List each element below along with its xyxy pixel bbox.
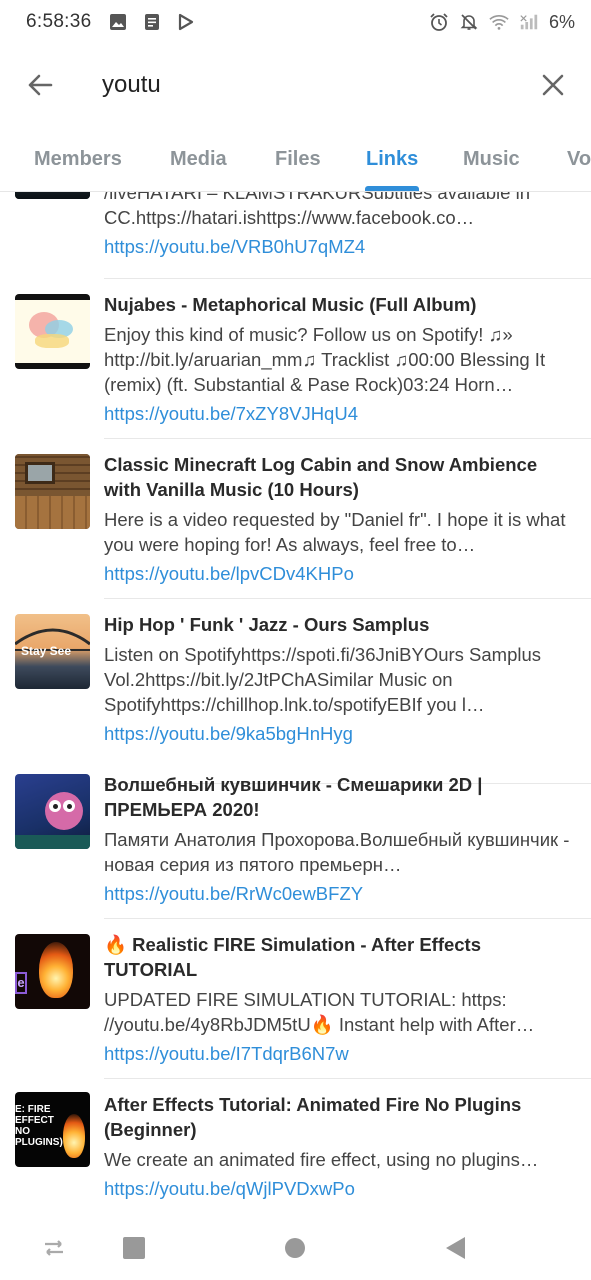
home-icon bbox=[285, 1238, 305, 1258]
list-item[interactable]: /liveHATARI – KLAMSTRAKURSubtitles avail… bbox=[0, 192, 591, 278]
item-link[interactable]: https://youtu.be/RrWc0ewBFZY bbox=[104, 881, 579, 906]
alarm-icon bbox=[429, 12, 449, 32]
recent-apps-icon bbox=[45, 1240, 63, 1256]
item-content: Nujabes - Metaphorical Music (Full Album… bbox=[104, 292, 579, 426]
item-link[interactable]: https://youtu.be/7xZY8VJHqU4 bbox=[104, 401, 579, 426]
item-link[interactable]: https://youtu.be/lpvCDv4KHPo bbox=[104, 561, 579, 586]
item-title: Hip Hop ' Funk ' Jazz - Ours Samplus bbox=[104, 614, 430, 635]
status-bar: 6:58:36 6% bbox=[0, 0, 591, 44]
recent-apps-button[interactable] bbox=[40, 1234, 68, 1262]
thumbnail-caption: Stay See bbox=[21, 644, 72, 658]
back-button[interactable] bbox=[0, 44, 80, 126]
status-time: 6:58:36 bbox=[26, 11, 92, 32]
search-header bbox=[0, 44, 591, 126]
tab-members[interactable]: Members bbox=[34, 148, 122, 171]
video-thumbnail bbox=[15, 774, 90, 849]
item-description: We create an animated fire effect, using… bbox=[104, 1149, 539, 1170]
divider bbox=[104, 438, 591, 439]
system-nav-bar bbox=[0, 1212, 591, 1280]
video-thumbnail bbox=[15, 454, 90, 529]
item-link[interactable]: https://youtu.be/9ka5bgHnHyg bbox=[104, 721, 579, 746]
image-icon bbox=[108, 12, 128, 32]
item-link[interactable]: https://youtu.be/I7TdqrB6N7w bbox=[104, 1041, 579, 1066]
item-description: Памяти Анатолия Прохорова.Волшебный кувш… bbox=[104, 829, 570, 875]
video-thumbnail bbox=[15, 294, 90, 369]
video-thumbnail: Stay See bbox=[15, 614, 90, 689]
item-link[interactable]: https://youtu.be/VRB0hU7qMZ4 bbox=[104, 234, 579, 259]
back-icon bbox=[446, 1237, 465, 1259]
item-title: Волшебный кувшинчик - Смешарики 2D | ПРЕ… bbox=[104, 774, 483, 820]
signal-icon bbox=[519, 12, 539, 32]
item-description: UPDATED FIRE SIMULATION TUTORIAL: https:… bbox=[104, 989, 535, 1035]
back-nav-button[interactable] bbox=[442, 1234, 470, 1262]
arrow-left-icon bbox=[28, 74, 53, 96]
square-icon bbox=[123, 1237, 145, 1259]
search-input[interactable] bbox=[102, 65, 502, 105]
list-item[interactable]: E: FIRE EFFECT NO PLUGINS) After Effects… bbox=[0, 1092, 591, 1212]
item-title: Classic Minecraft Log Cabin and Snow Amb… bbox=[104, 454, 538, 500]
status-notifications bbox=[108, 12, 196, 32]
close-icon bbox=[542, 74, 564, 96]
tab-files[interactable]: Files bbox=[275, 148, 321, 171]
tab-links[interactable]: Links bbox=[366, 148, 418, 171]
thumbnail-caption: E: FIRE EFFECT NO PLUGINS) bbox=[15, 1104, 63, 1148]
item-link[interactable]: https://youtu.be/qWjlPVDxwPo bbox=[104, 1176, 579, 1201]
item-title: Nujabes - Metaphorical Music (Full Album… bbox=[104, 294, 477, 315]
item-content: 🔥 Realistic FIRE Simulation - After Effe… bbox=[104, 932, 579, 1066]
item-description: Enjoy this kind of music? Follow us on S… bbox=[104, 324, 546, 395]
video-thumbnail: E: FIRE EFFECT NO PLUGINS) bbox=[15, 1092, 90, 1167]
divider bbox=[104, 598, 591, 599]
list-item[interactable]: Волшебный кувшинчик - Смешарики 2D | ПРЕ… bbox=[0, 772, 591, 918]
item-description: /liveHATARI – KLAMSTRAKURSubtitles avail… bbox=[104, 192, 530, 228]
play-icon bbox=[176, 12, 196, 32]
item-content: Classic Minecraft Log Cabin and Snow Amb… bbox=[104, 452, 579, 586]
battery-level: 6% bbox=[548, 11, 575, 32]
mute-icon bbox=[459, 12, 479, 32]
item-title: After Effects Tutorial: Animated Fire No… bbox=[104, 1094, 522, 1140]
item-content: /liveHATARI – KLAMSTRAKURSubtitles avail… bbox=[104, 192, 579, 259]
video-thumbnail: e bbox=[15, 934, 90, 1009]
status-right: 6% bbox=[429, 12, 575, 33]
list-item[interactable]: Stay See Hip Hop ' Funk ' Jazz - Ours Sa… bbox=[0, 612, 591, 758]
item-title: 🔥 Realistic FIRE Simulation - After Effe… bbox=[104, 934, 482, 980]
item-content: After Effects Tutorial: Animated Fire No… bbox=[104, 1092, 579, 1201]
item-content: Волшебный кувшинчик - Смешарики 2D | ПРЕ… bbox=[104, 772, 579, 906]
document-icon bbox=[142, 12, 162, 32]
list-item[interactable]: Nujabes - Metaphorical Music (Full Album… bbox=[0, 292, 591, 438]
clear-search-button[interactable] bbox=[533, 65, 573, 105]
tab-music[interactable]: Music bbox=[463, 148, 520, 171]
thumbnail-caption: e bbox=[15, 972, 27, 994]
home-button[interactable] bbox=[281, 1234, 309, 1262]
tab-media[interactable]: Media bbox=[170, 148, 227, 171]
tab-voice[interactable]: Vo bbox=[567, 148, 591, 171]
divider bbox=[104, 1078, 591, 1079]
overview-button[interactable] bbox=[120, 1234, 148, 1262]
tab-bar: Members Media Files Links Music Vo bbox=[0, 130, 591, 192]
item-description: Listen on Spotifyhttps://spoti.fi/36JniB… bbox=[104, 644, 542, 715]
item-content: Hip Hop ' Funk ' Jazz - Ours Samplus Lis… bbox=[104, 612, 579, 746]
list-item[interactable]: e 🔥 Realistic FIRE Simulation - After Ef… bbox=[0, 932, 591, 1078]
list-item[interactable]: Classic Minecraft Log Cabin and Snow Amb… bbox=[0, 452, 591, 598]
item-description: Here is a video requested by "Daniel fr"… bbox=[104, 509, 566, 555]
video-thumbnail bbox=[15, 192, 90, 199]
wifi-icon bbox=[489, 12, 509, 32]
links-list[interactable]: /liveHATARI – KLAMSTRAKURSubtitles avail… bbox=[0, 192, 591, 1212]
divider bbox=[104, 278, 591, 279]
divider bbox=[104, 918, 591, 919]
